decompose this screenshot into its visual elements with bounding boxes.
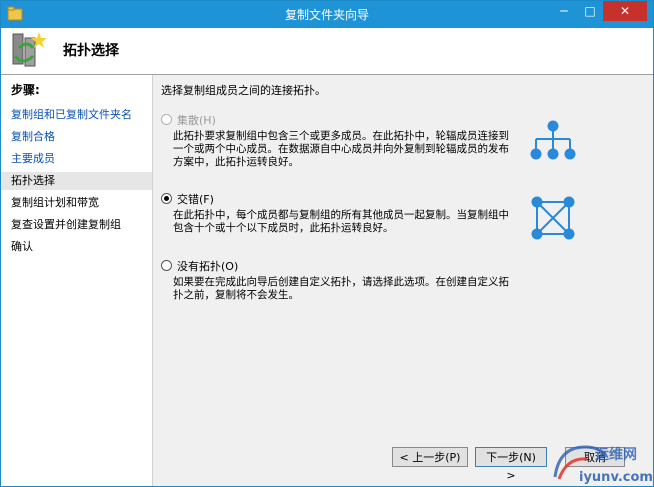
hub-spoke-label: 集散(H) [177,114,216,127]
steps-sidebar: 步骤: 复制组和已复制文件夹名 复制合格 主要成员 拓扑选择 复制组计划和带宽 … [1,75,153,486]
sidebar-item-primary-member[interactable]: 主要成员 [11,150,149,168]
title-bar: 复制文件夹向导 ─ □ ✕ [1,1,653,28]
sidebar-item-topology: 拓扑选择 [1,172,152,190]
window-controls: ─ □ ✕ [551,1,647,21]
main-panel: 选择复制组成员之间的连接拓扑。 集散(H) 此拓扑要求复制组中包含三个或更多成员… [153,75,653,486]
hub-spoke-diagram-icon [530,120,576,160]
no-topology-radio[interactable] [161,260,172,271]
sidebar-item-schedule: 复制组计划和带宽 [11,196,99,209]
intro-text: 选择复制组成员之间的连接拓扑。 [161,84,326,97]
hub-spoke-radio[interactable] [161,114,172,125]
no-topology-description: 如果要在完成此向导后创建自定义拓扑，请选择此选项。在创建自定义拓扑之前，复制将不… [173,276,509,301]
full-mesh-description: 在此拓扑中，每个成员都与复制组的所有其他成员一起复制。当复制组中包含十个或十个以… [173,209,509,234]
wizard-header: 拓扑选择 [1,28,653,75]
full-mesh-label: 交错(F) [177,193,214,206]
full-mesh-radio[interactable] [161,193,172,204]
replication-wizard-icon [12,32,47,67]
watermark-text-cn: 运维网 [595,446,637,463]
watermark-text-url: iyunv.com [579,470,653,485]
no-topology-label: 没有拓扑(O) [177,260,239,273]
page-title: 拓扑选择 [63,43,119,59]
steps-title: 步骤: [11,83,40,97]
maximize-button[interactable]: □ [577,1,603,21]
sidebar-item-review: 复查设置并创建复制组 [11,218,121,231]
close-button[interactable]: ✕ [603,1,647,21]
minimize-button[interactable]: ─ [551,1,577,21]
sidebar-item-eligibility[interactable]: 复制合格 [11,128,149,146]
full-mesh-diagram-icon [531,196,575,240]
option-full-mesh[interactable]: 交错(F) 在此拓扑中，每个成员都与复制组的所有其他成员一起复制。当复制组中包含… [161,191,509,241]
option-no-topology[interactable]: 没有拓扑(O) 如果要在完成此向导后创建自定义拓扑，请选择此选项。在创建自定义拓… [161,258,509,308]
next-button[interactable]: 下一步(N) > [475,447,547,482]
wizard-window: 复制文件夹向导 ─ □ ✕ 拓扑选择 步骤: 复制组和已复制文件夹名 复制合格 … [0,0,654,487]
option-hub-spoke[interactable]: 集散(H) 此拓扑要求复制组中包含三个或更多成员。在此拓扑中，轮辐成员连接到一个… [161,112,509,172]
back-button[interactable]: < 上一步(P) [392,447,468,467]
watermark-logo: 运维网 iyunv.com [553,445,653,485]
hub-spoke-description: 此拓扑要求复制组中包含三个或更多成员。在此拓扑中，轮辐成员连接到一个或两个中心成… [173,130,509,168]
sidebar-item-confirm: 确认 [11,240,33,253]
sidebar-item-group-name[interactable]: 复制组和已复制文件夹名 [11,106,149,124]
